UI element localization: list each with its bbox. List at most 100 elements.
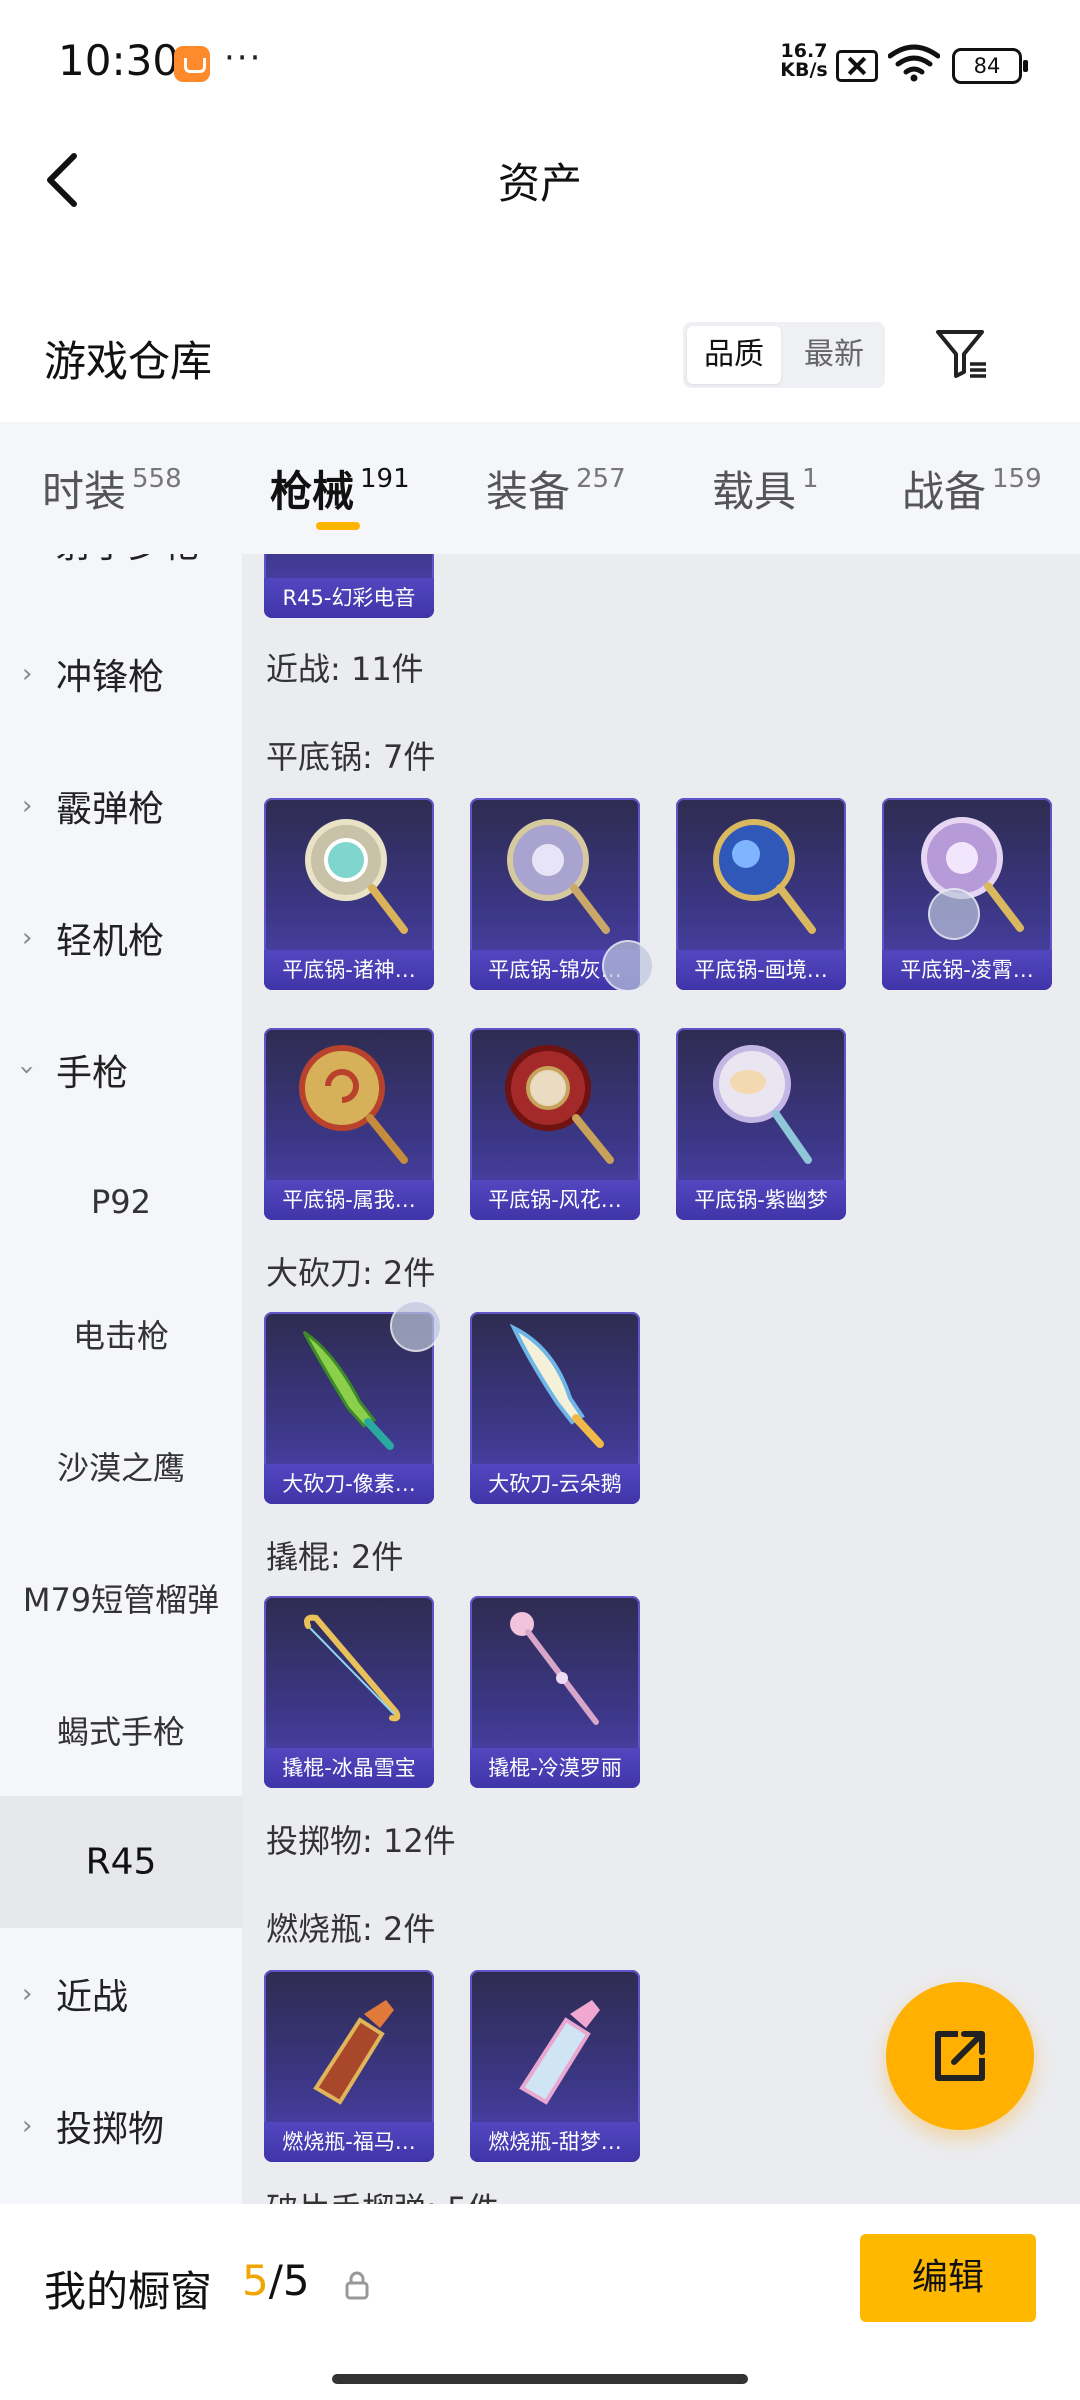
tab-equipment[interactable]: 装备 257 <box>486 458 626 518</box>
sidebar-item-pistol[interactable]: › 手枪 <box>0 1004 242 1136</box>
sidebar-item-skorpion[interactable]: 蝎式手枪 <box>0 1664 242 1796</box>
sidebar-item-label: 蝎式手枪 <box>56 1713 185 1751</box>
item-card-name: 大砍刀-云朵鹅 <box>470 1464 640 1504</box>
sidebar-item-label: 霰弹枪 <box>56 789 165 830</box>
network-speed-unit: KB/s <box>780 59 828 81</box>
sidebar-item-desert-eagle[interactable]: 沙漠之鹰 <box>0 1400 242 1532</box>
chevron-right-icon: › <box>22 554 32 557</box>
tab-firearms[interactable]: 枪械 191 <box>270 458 410 518</box>
battery-indicator: 84 <box>952 48 1028 84</box>
pan-icon <box>713 1045 812 1164</box>
touch-ripple <box>390 1300 442 1352</box>
sidebar-item-smg[interactable]: › 冲锋枪 <box>0 608 242 740</box>
lock-icon <box>345 2271 369 2300</box>
sidebar-item-lmg[interactable]: › 轻机枪 <box>0 872 242 1004</box>
status-bar: 10:30 ··· 16.7 KB/s 84 <box>0 0 1080 130</box>
sidebar-item-melee[interactable]: › 近战 <box>0 1928 242 2060</box>
item-card[interactable]: 平底锅-画境… <box>676 798 846 990</box>
item-card[interactable]: 平底锅-风花… <box>470 1028 640 1220</box>
item-card-name: R45-幻彩电音 <box>264 578 434 618</box>
crowbar-icon <box>304 1614 401 1722</box>
sidebar-item-label: 近战 <box>56 1977 129 2018</box>
chevron-right-icon: › <box>22 791 33 821</box>
share-external-icon <box>935 2031 985 2081</box>
sidebar-item-stun-gun[interactable]: 电击枪 <box>0 1268 242 1400</box>
sidebar-item-label: 手枪 <box>56 1053 129 1094</box>
pan-icon <box>713 819 816 934</box>
shopping-bag-app-icon <box>174 46 210 82</box>
sidebar-item-label: 沙漠之鹰 <box>56 1449 185 1487</box>
item-card-name: 平底锅-凌霄… <box>882 950 1052 990</box>
category-tab-bar: 时装 558 枪械 191 装备 257 载具 1 战备 159 <box>0 422 1080 554</box>
home-indicator[interactable] <box>332 2374 748 2384</box>
sidebar-item-label: R45 <box>85 1841 157 1883</box>
touch-ripple <box>928 888 980 940</box>
tab-count: 558 <box>132 464 182 494</box>
item-card[interactable]: 平底锅-属我… <box>264 1028 434 1220</box>
item-card[interactable]: 大砍刀-云朵鹅 <box>470 1312 640 1504</box>
item-card-name: 平底锅-紫幽梦 <box>676 1180 846 1220</box>
tab-label: 战备 <box>902 467 987 516</box>
sidebar-item-throwables[interactable]: › 投掷物 <box>0 2060 242 2192</box>
item-card-name: 撬棍-冷漠罗丽 <box>470 1748 640 1788</box>
chevron-right-icon: › <box>22 1979 33 2009</box>
item-card[interactable]: 燃烧瓶-甜梦… <box>470 1970 640 2162</box>
sidebar-item-shotgun[interactable]: › 霰弹枪 <box>0 740 242 872</box>
weapon-category-sidebar: › 射手步枪 › 冲锋枪 › 霰弹枪 › 轻机枪 › 手枪 P92 电击枪 沙漠… <box>0 554 242 2204</box>
warehouse-title: 游戏仓库 <box>44 337 213 386</box>
active-tab-indicator <box>316 522 360 530</box>
section-header-melee: 近战: 11件 <box>266 650 424 688</box>
tab-label: 枪械 <box>270 467 355 516</box>
pan-icon <box>507 819 610 934</box>
sort-newest-option[interactable]: 最新 <box>787 326 881 384</box>
tab-label: 时装 <box>42 467 127 516</box>
showcase-bar: 我的橱窗 5/5 编辑 <box>0 2204 1080 2400</box>
sidebar-item-label: 冲锋枪 <box>56 657 165 698</box>
chevron-down-icon: › <box>12 1064 43 1076</box>
tab-fashion[interactable]: 时装 558 <box>42 458 182 518</box>
crowbar-icon <box>510 1612 599 1725</box>
item-card[interactable]: 燃烧瓶-福马… <box>264 1970 434 2162</box>
pan-icon <box>505 1045 614 1164</box>
pan-icon <box>305 819 408 934</box>
sort-toggle: 品质 最新 <box>683 322 885 388</box>
section-header-crowbar: 撬棍: 2件 <box>266 1538 404 1576</box>
item-card-name: 撬棍-冰晶雪宝 <box>264 1748 434 1788</box>
tab-count: 159 <box>992 464 1042 494</box>
filter-icon[interactable] <box>934 326 990 382</box>
showcase-label: 我的橱窗 <box>44 2267 213 2316</box>
share-button[interactable] <box>886 1982 1034 2130</box>
network-speed: 16.7 KB/s <box>776 42 832 80</box>
sidebar-item-marksman-rifle[interactable]: › 射手步枪 <box>0 554 242 608</box>
showcase-count: 5/5 <box>242 2256 310 2305</box>
item-card[interactable]: R45-幻彩电音 <box>264 554 434 618</box>
section-header-throwables: 投掷物: 12件 <box>266 1822 456 1860</box>
section-header-molotov: 燃烧瓶: 2件 <box>266 1910 436 1948</box>
sidebar-item-m79[interactable]: M79短管榴弹 <box>0 1532 242 1664</box>
chevron-right-icon: › <box>22 923 33 953</box>
sidebar-item-label: 轻机枪 <box>56 921 165 962</box>
edit-button[interactable]: 编辑 <box>860 2234 1036 2322</box>
showcase-count-total: /5 <box>268 2256 310 2305</box>
item-card-name: 燃烧瓶-甜梦… <box>470 2122 640 2162</box>
item-card[interactable]: 平底锅-诸神… <box>264 798 434 990</box>
item-card[interactable]: 撬棍-冷漠罗丽 <box>470 1596 640 1788</box>
molotov-icon <box>519 2000 600 2105</box>
sidebar-item-label: 射手步枪 <box>56 554 200 568</box>
touch-ripple <box>602 940 654 992</box>
item-card-name: 平底锅-诸神… <box>264 950 434 990</box>
status-time: 10:30 <box>58 36 180 85</box>
item-card[interactable]: 撬棍-冰晶雪宝 <box>264 1596 434 1788</box>
tab-count: 1 <box>802 464 819 494</box>
tab-supplies[interactable]: 战备 159 <box>902 458 1042 518</box>
sidebar-item-p92[interactable]: P92 <box>0 1136 242 1268</box>
machete-icon <box>509 1323 604 1448</box>
sort-quality-option[interactable]: 品质 <box>687 326 781 384</box>
sidebar-item-r45[interactable]: R45 <box>0 1796 242 1928</box>
tab-vehicles[interactable]: 载具 1 <box>712 458 819 518</box>
section-header-pan: 平底锅: 7件 <box>266 738 436 776</box>
item-card-name: 燃烧瓶-福马… <box>264 2122 434 2162</box>
item-card[interactable]: 平底锅-紫幽梦 <box>676 1028 846 1220</box>
tab-label: 装备 <box>486 467 571 516</box>
tab-label: 载具 <box>712 467 797 516</box>
